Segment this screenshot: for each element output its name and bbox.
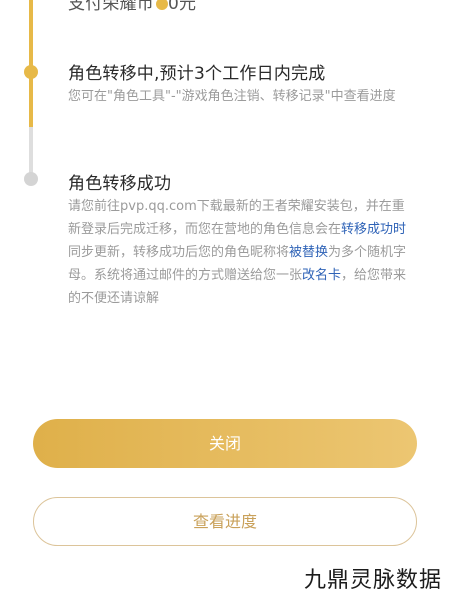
coin-icon bbox=[156, 0, 168, 10]
step-top-title-text: 支付荣耀币 bbox=[68, 0, 154, 14]
view-progress-button[interactable]: 查看进度 bbox=[33, 497, 417, 546]
step-top-title: 支付荣耀币 0元 bbox=[68, 0, 196, 14]
close-button[interactable]: 关闭 bbox=[33, 419, 417, 468]
highlight-transfer-success-time: 转移成功时 bbox=[341, 222, 407, 237]
timeline-line-completed bbox=[29, 0, 33, 127]
step-in-progress-title: 角色转移中,预计3个工作日内完成 bbox=[68, 64, 326, 84]
timeline-dot-active bbox=[24, 65, 38, 79]
timeline-dot-pending bbox=[24, 172, 38, 186]
desc-text: 同步更新，转移成功后您的角色昵称将 bbox=[68, 245, 290, 260]
step-in-progress-desc: 您可在"角色工具"-"游戏角色注销、转移记录"中查看进度 bbox=[68, 89, 396, 104]
transfer-progress-screen: 支付荣耀币 0元 角色转移中,预计3个工作日内完成 您可在"角色工具"-"游戏角色… bbox=[0, 0, 450, 600]
highlight-replaced: 被替换 bbox=[289, 245, 329, 260]
step-success-title: 角色转移成功 bbox=[68, 174, 172, 194]
watermark-text: 九鼎灵脉数据 bbox=[303, 568, 442, 593]
step-top-amount: 0元 bbox=[168, 0, 197, 14]
step-success-desc: 请您前往pvp.qq.com下载最新的王者荣耀安装包，并在重新登录后完成迁移，而… bbox=[68, 195, 414, 310]
highlight-rename-card: 改名卡 bbox=[302, 268, 342, 283]
